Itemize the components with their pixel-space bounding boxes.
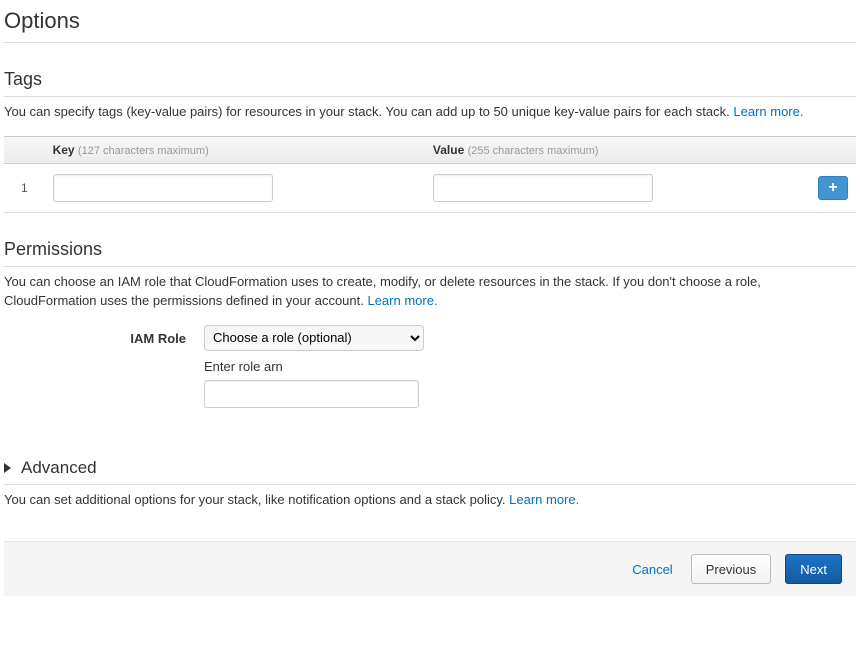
iam-role-select[interactable]: Choose a role (optional) bbox=[204, 325, 424, 351]
previous-button[interactable]: Previous bbox=[691, 554, 772, 584]
advanced-description: You can set additional options for your … bbox=[4, 491, 856, 510]
tags-col-key-label: Key bbox=[53, 143, 75, 157]
tags-col-index-header bbox=[4, 136, 45, 163]
advanced-toggle[interactable]: Advanced bbox=[4, 458, 856, 485]
tags-col-value-label: Value bbox=[433, 143, 464, 157]
tag-value-input[interactable] bbox=[433, 174, 653, 202]
permissions-heading: Permissions bbox=[4, 239, 856, 267]
plus-icon: + bbox=[828, 179, 837, 197]
next-button[interactable]: Next bbox=[785, 554, 842, 584]
tags-description: You can specify tags (key-value pairs) f… bbox=[4, 103, 856, 122]
tags-heading: Tags bbox=[4, 69, 856, 97]
tags-description-text: You can specify tags (key-value pairs) f… bbox=[4, 104, 733, 119]
add-tag-button[interactable]: + bbox=[818, 176, 848, 200]
advanced-learn-more-link[interactable]: Learn more. bbox=[509, 492, 579, 507]
tags-learn-more-link[interactable]: Learn more. bbox=[733, 104, 803, 119]
table-row: 1 + bbox=[4, 163, 856, 212]
role-arn-label: Enter role arn bbox=[204, 359, 856, 374]
permissions-description: You can choose an IAM role that CloudFor… bbox=[4, 273, 856, 311]
tags-col-value-hint: (255 characters maximum) bbox=[468, 145, 599, 157]
tag-key-input[interactable] bbox=[53, 174, 273, 202]
tags-col-key-header: Key (127 characters maximum) bbox=[45, 136, 425, 163]
tags-table: Key (127 characters maximum) Value (255 … bbox=[4, 136, 856, 213]
advanced-heading: Advanced bbox=[21, 458, 97, 478]
advanced-description-text: You can set additional options for your … bbox=[4, 492, 509, 507]
role-arn-input[interactable] bbox=[204, 380, 419, 408]
cancel-button[interactable]: Cancel bbox=[628, 554, 676, 584]
tags-col-actions-header bbox=[805, 136, 856, 163]
iam-role-label: IAM Role bbox=[4, 325, 204, 346]
permissions-learn-more-link[interactable]: Learn more. bbox=[367, 293, 437, 308]
page-title: Options bbox=[4, 8, 856, 43]
tag-row-index: 1 bbox=[4, 163, 45, 212]
tags-col-value-header: Value (255 characters maximum) bbox=[425, 136, 805, 163]
wizard-footer: Cancel Previous Next bbox=[4, 541, 856, 596]
tags-col-key-hint: (127 characters maximum) bbox=[78, 145, 209, 157]
caret-right-icon bbox=[4, 463, 11, 473]
